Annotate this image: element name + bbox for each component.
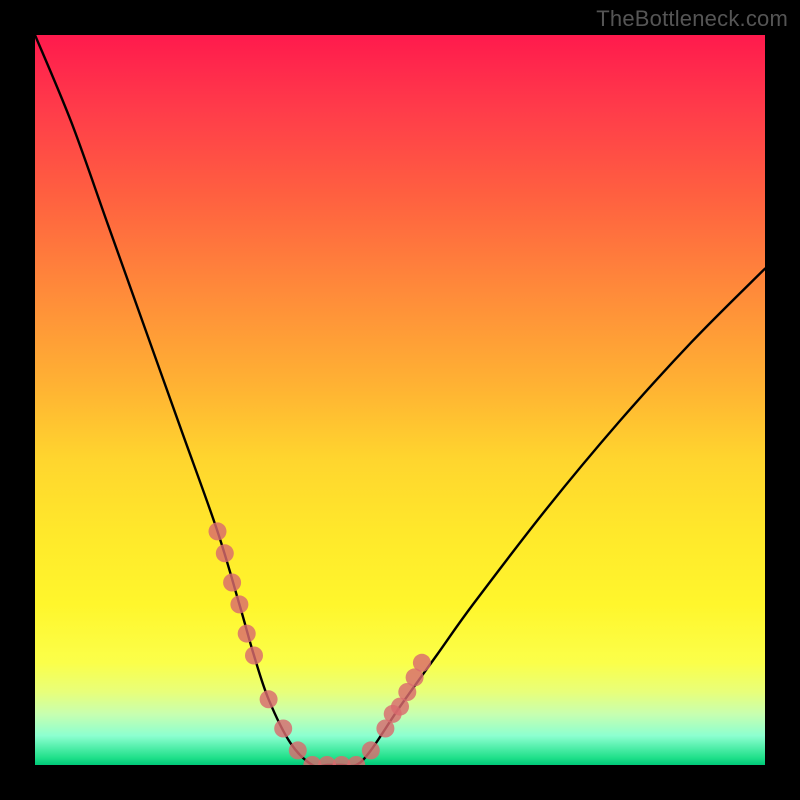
bottleneck-curve bbox=[35, 35, 765, 765]
marker-dot bbox=[223, 574, 241, 592]
chart-svg bbox=[35, 35, 765, 765]
highlight-markers bbox=[209, 522, 431, 765]
marker-dot bbox=[413, 654, 431, 672]
marker-dot bbox=[362, 741, 380, 759]
marker-dot bbox=[245, 647, 263, 665]
marker-dot bbox=[209, 522, 227, 540]
watermark-text: TheBottleneck.com bbox=[596, 6, 788, 32]
plot-area bbox=[35, 35, 765, 765]
chart-frame: TheBottleneck.com bbox=[0, 0, 800, 800]
marker-dot bbox=[230, 595, 248, 613]
marker-dot bbox=[238, 625, 256, 643]
marker-dot bbox=[289, 741, 307, 759]
marker-dot bbox=[260, 690, 278, 708]
marker-dot bbox=[216, 544, 234, 562]
marker-dot bbox=[274, 720, 292, 738]
marker-dot bbox=[347, 756, 365, 765]
